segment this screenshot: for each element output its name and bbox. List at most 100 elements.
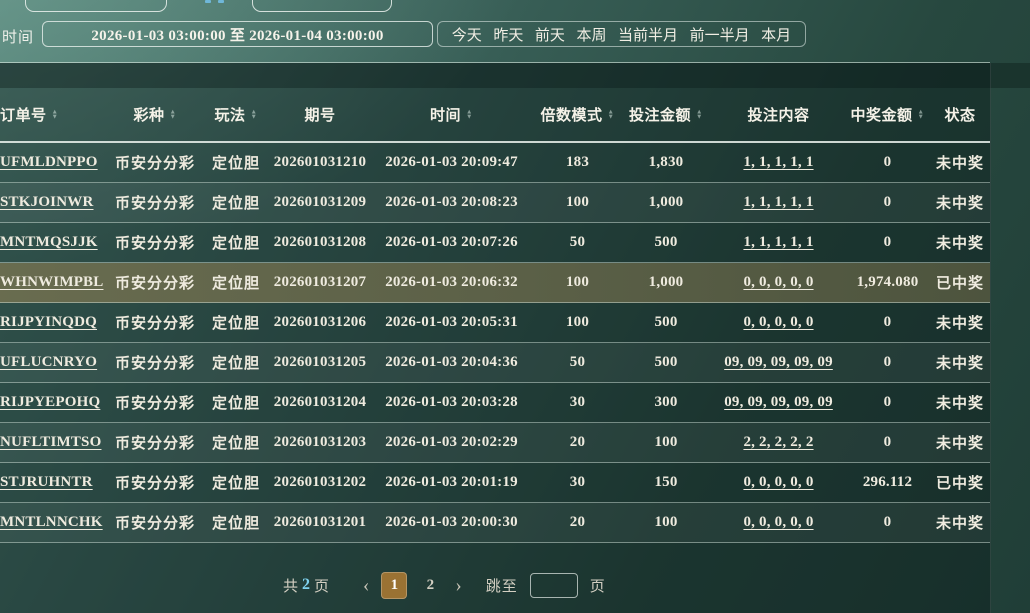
sort-caret-icon[interactable]: ▲▼ — [608, 111, 615, 120]
bet-content-link[interactable]: 0, 0, 0, 0, 0 — [743, 274, 813, 290]
column-header-period: 期号 — [272, 104, 368, 125]
order-id-link[interactable]: RIJPYINQDQ — [0, 314, 97, 330]
sort-caret-icon[interactable]: ▲▼ — [696, 111, 703, 120]
play-cell: 定位胆 — [200, 232, 272, 253]
quick-date-button-1[interactable]: 昨天 — [491, 24, 525, 45]
column-header-label: 投注金额 — [629, 104, 691, 125]
bet_content-cell: 1, 1, 1, 1, 1 — [712, 154, 845, 171]
win_amount-cell: 296.112 — [845, 474, 930, 491]
play-cell: 定位胆 — [200, 432, 272, 453]
column-header-win_amount[interactable]: 中奖金额 ▲▼ — [845, 104, 930, 125]
column-header-play[interactable]: 玩法▲▼ — [200, 104, 272, 125]
bet-content-link[interactable]: 09, 09, 09, 09, 09 — [724, 394, 833, 410]
order-id-link[interactable]: MNTMQSJJK — [0, 234, 98, 250]
partial-input-2[interactable] — [252, 0, 392, 12]
prev-page-icon[interactable]: ‹ — [361, 576, 371, 595]
bet-content-link[interactable]: 1, 1, 1, 1, 1 — [743, 154, 813, 170]
table-row: WHNWIMPBL币安分分彩定位胆2026010312072026-01-03 … — [0, 263, 990, 303]
status-cell: 已中奖 — [930, 272, 990, 293]
multiplier-cell: 100 — [535, 314, 620, 331]
jump-to-page-input[interactable] — [530, 573, 578, 598]
time-cell: 2026-01-03 20:03:28 — [368, 394, 535, 411]
sort-caret-icon[interactable]: ▲▼ — [170, 111, 177, 120]
bet_content-cell: 09, 09, 09, 09, 09 — [712, 394, 845, 411]
quick-date-button-4[interactable]: 当前半月 — [616, 24, 680, 45]
column-header-label: 中奖金额 — [851, 104, 913, 125]
order-id-link[interactable]: UFLUCNRYO — [0, 354, 97, 370]
quick-date-button-6[interactable]: 本月 — [759, 24, 793, 45]
page-button-1[interactable]: 1 — [381, 572, 407, 599]
lottery-cell: 币安分分彩 — [110, 512, 200, 533]
order_id-cell: STJRUHNTR — [0, 474, 110, 491]
bet-content-link[interactable]: 2, 2, 2, 2, 2 — [743, 434, 813, 450]
partial-input-1[interactable] — [25, 0, 167, 12]
next-page-icon[interactable]: › — [453, 576, 463, 595]
period-cell: 202601031208 — [272, 234, 368, 251]
bet-content-link[interactable]: 09, 09, 09, 09, 09 — [724, 354, 833, 370]
bet_amount-cell: 1,000 — [620, 194, 712, 211]
table-row: MNTLNNCHK币安分分彩定位胆2026010312012026-01-03 … — [0, 503, 990, 543]
page-button-2[interactable]: 2 — [417, 572, 443, 599]
time-cell: 2026-01-03 20:05:31 — [368, 314, 535, 331]
bet_amount-cell: 300 — [620, 394, 712, 411]
order-id-link[interactable]: STKJOINWR — [0, 194, 94, 210]
orders-table-panel: 订单号▲▼彩种▲▼玩法▲▼期号时间▲▼倍数模式▲▼投注金额▲▼投注内容中奖金额▲… — [0, 63, 991, 613]
bet-content-link[interactable]: 1, 1, 1, 1, 1 — [743, 234, 813, 250]
lottery-cell: 币安分分彩 — [110, 312, 200, 333]
bet-content-link[interactable]: 1, 1, 1, 1, 1 — [743, 194, 813, 210]
sort-caret-icon[interactable]: ▲▼ — [466, 111, 473, 120]
column-header-multiplier[interactable]: 倍数模式 ▲▼ — [535, 104, 620, 125]
period-cell: 202601031205 — [272, 354, 368, 371]
quick-date-buttons-group: 今天昨天前天本周当前半月前一半月本月 — [437, 21, 806, 47]
quick-date-button-3[interactable]: 本周 — [574, 24, 608, 45]
column-header-label: 彩种 — [134, 104, 165, 125]
column-header-bet_amount[interactable]: 投注金额 ▲▼ — [620, 104, 712, 125]
quick-date-button-0[interactable]: 今天 — [450, 24, 484, 45]
time-cell: 2026-01-03 20:00:30 — [368, 514, 535, 531]
column-header-label: 倍数模式 — [541, 104, 603, 125]
play-cell: 定位胆 — [200, 512, 272, 533]
order-id-link[interactable]: STJRUHNTR — [0, 474, 93, 490]
order-id-link[interactable]: RIJPYEPOHQ — [0, 394, 100, 410]
win_amount-cell: 1,974.080 — [845, 274, 930, 291]
multiplier-cell: 183 — [535, 154, 620, 171]
order-id-link[interactable]: UFMLDNPPO — [0, 154, 98, 170]
time-cell: 2026-01-03 20:02:29 — [368, 434, 535, 451]
play-cell: 定位胆 — [200, 312, 272, 333]
bet_content-cell: 1, 1, 1, 1, 1 — [712, 234, 845, 251]
sort-caret-icon[interactable]: ▲▼ — [251, 111, 258, 120]
bet_amount-cell: 100 — [620, 514, 712, 531]
quick-date-button-5[interactable]: 前一半月 — [688, 24, 752, 45]
order-id-link[interactable]: WHNWIMPBL — [0, 274, 103, 290]
column-header-lottery[interactable]: 彩种 ▲▼ — [110, 104, 200, 125]
order-id-link[interactable]: MNTLNNCHK — [0, 514, 103, 530]
bet-content-link[interactable]: 0, 0, 0, 0, 0 — [743, 314, 813, 330]
page-total-suffix: 页 — [314, 575, 329, 596]
win_amount-cell: 0 — [845, 394, 930, 411]
bet-content-link[interactable]: 0, 0, 0, 0, 0 — [743, 474, 813, 490]
table-row: STJRUHNTR币安分分彩定位胆2026010312022026-01-03 … — [0, 463, 990, 503]
order_id-cell: MNTLNNCHK — [0, 514, 110, 531]
pagination: 共 2 页 ‹ 12 › 跳至 页 — [283, 570, 606, 600]
order-id-link[interactable]: NUFLTIMTSO — [0, 434, 101, 450]
column-header-label: 投注内容 — [747, 104, 809, 125]
bet_amount-cell: 500 — [620, 354, 712, 371]
bet_content-cell: 1, 1, 1, 1, 1 — [712, 194, 845, 211]
win_amount-cell: 0 — [845, 154, 930, 171]
period-cell: 202601031206 — [272, 314, 368, 331]
sort-caret-icon[interactable]: ▲▼ — [52, 111, 59, 120]
order_id-cell: RIJPYINQDQ — [0, 314, 110, 331]
quick-date-button-2[interactable]: 前天 — [533, 24, 567, 45]
bet_amount-cell: 500 — [620, 314, 712, 331]
column-header-order_id[interactable]: 订单号▲▼ — [0, 104, 110, 125]
bet_content-cell: 09, 09, 09, 09, 09 — [712, 354, 845, 371]
column-header-time[interactable]: 时间▲▼ — [368, 104, 535, 125]
table-header-row: 订单号▲▼彩种▲▼玩法▲▼期号时间▲▼倍数模式▲▼投注金额▲▼投注内容中奖金额▲… — [0, 88, 990, 143]
period-cell: 202601031209 — [272, 194, 368, 211]
bet-content-link[interactable]: 0, 0, 0, 0, 0 — [743, 514, 813, 530]
sort-caret-icon[interactable]: ▲▼ — [918, 111, 925, 120]
page-total-count: 2 — [302, 576, 310, 594]
date-range-input[interactable]: 2026-01-03 03:00:00 至 2026-01-04 03:00:0… — [42, 21, 433, 47]
win_amount-cell: 0 — [845, 194, 930, 211]
jump-to-label: 跳至 — [486, 575, 518, 596]
